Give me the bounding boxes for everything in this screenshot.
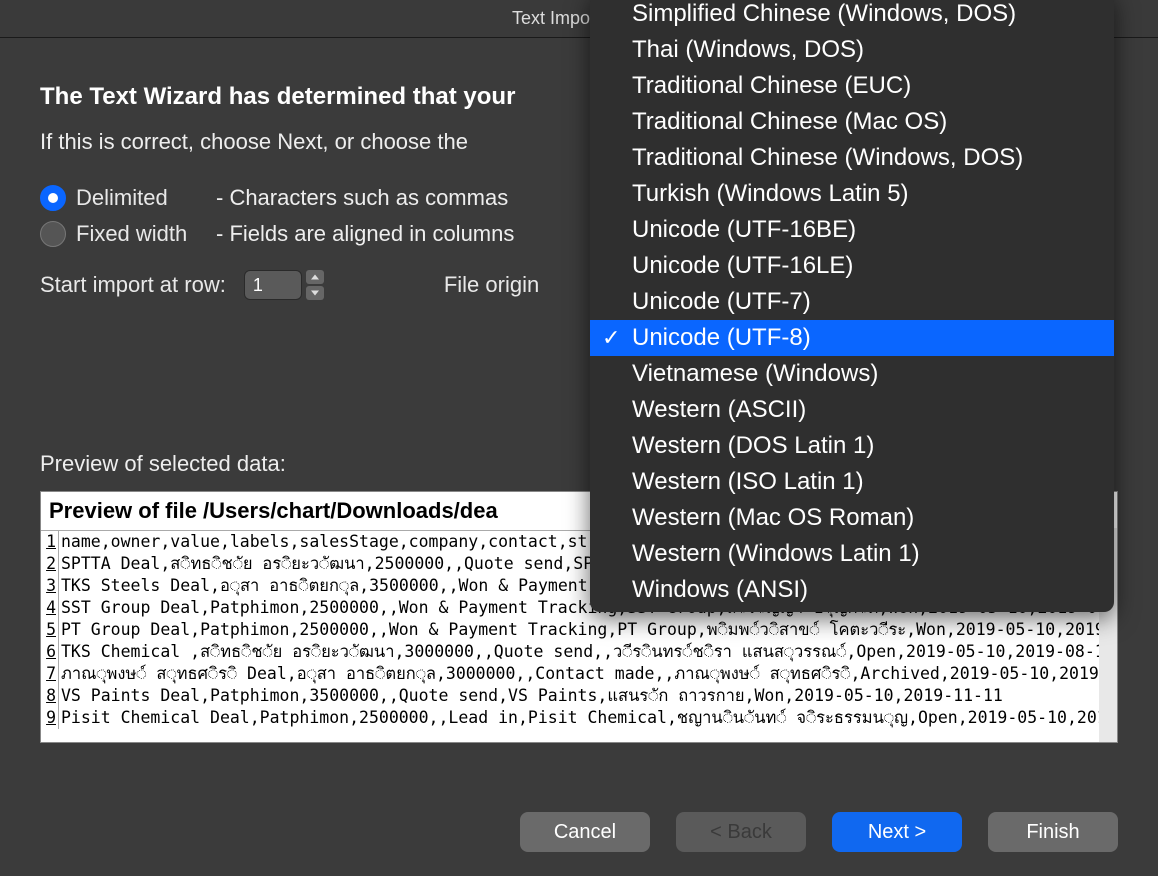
line-number: 8 [41, 685, 59, 707]
encoding-option[interactable]: Turkish (Windows Latin 5) [590, 176, 1114, 212]
cancel-button[interactable]: Cancel [520, 812, 650, 852]
encoding-option[interactable]: Western (DOS Latin 1) [590, 428, 1114, 464]
line-text: TKS Chemical ,ส◌ิทธ◌ิช◌ัย อร◌ิยะว◌ัฒนา,3… [59, 641, 1115, 663]
file-origin-label: File origin [444, 272, 539, 298]
delimited-desc: - Characters such as commas [216, 185, 508, 211]
start-row-input[interactable]: 1 [244, 270, 302, 300]
line-number: 7 [41, 663, 59, 685]
line-number: 3 [41, 575, 59, 597]
delimited-radio[interactable] [40, 185, 66, 211]
encoding-option[interactable]: Western (Mac OS Roman) [590, 500, 1114, 536]
fixedwidth-label: Fixed width [76, 221, 216, 247]
delimited-label: Delimited [76, 185, 216, 211]
line-number: 2 [41, 553, 59, 575]
start-row-label: Start import at row: [40, 272, 226, 298]
line-number: 1 [41, 531, 59, 553]
line-text: Pisit Chemical Deal,Patphimon,2500000,,L… [59, 707, 1117, 729]
line-text: ภาณ◌ุพงษ◌์ ส◌ุทธศ◌ิร◌ิ Deal,อ◌ุสา อาธ◌ิต… [59, 663, 1117, 685]
line-number: 4 [41, 597, 59, 619]
preview-row: 6TKS Chemical ,ส◌ิทธ◌ิช◌ัย อร◌ิยะว◌ัฒนา,… [41, 641, 1117, 663]
preview-row: 5PT Group Deal,Patphimon,2500000,,Won & … [41, 619, 1117, 641]
line-text: name,owner,value,labels,salesStage,compa… [59, 531, 588, 553]
finish-button[interactable]: Finish [988, 812, 1118, 852]
encoding-option[interactable]: Windows (ANSI) [590, 572, 1114, 608]
line-text: PT Group Deal,Patphimon,2500000,,Won & P… [59, 619, 1105, 641]
preview-row: 7ภาณ◌ุพงษ◌์ ส◌ุทธศ◌ิร◌ิ Deal,อ◌ุสา อาธ◌ิ… [41, 663, 1117, 685]
start-row-stepper [306, 269, 324, 301]
encoding-option[interactable]: Thai (Windows, DOS) [590, 32, 1114, 68]
wizard-buttons: Cancel < Back Next > Finish [520, 812, 1118, 852]
back-button[interactable]: < Back [676, 812, 806, 852]
encoding-option[interactable]: Unicode (UTF-7) [590, 284, 1114, 320]
encoding-option[interactable]: Vietnamese (Windows) [590, 356, 1114, 392]
next-button[interactable]: Next > [832, 812, 962, 852]
encoding-option[interactable]: Traditional Chinese (EUC) [590, 68, 1114, 104]
encoding-option[interactable]: Traditional Chinese (Mac OS) [590, 104, 1114, 140]
fixedwidth-desc: - Fields are aligned in columns [216, 221, 514, 247]
preview-row: 9Pisit Chemical Deal,Patphimon,2500000,,… [41, 707, 1117, 729]
fixedwidth-radio[interactable] [40, 221, 66, 247]
preview-row: 8VS Paints Deal,Patphimon,3500000,,Quote… [41, 685, 1117, 707]
line-number: 9 [41, 707, 59, 729]
line-number: 6 [41, 641, 59, 663]
encoding-option[interactable]: Western (ASCII) [590, 392, 1114, 428]
stepper-up-icon[interactable] [306, 270, 324, 284]
line-number: 5 [41, 619, 59, 641]
encoding-option[interactable]: Western (ISO Latin 1) [590, 464, 1114, 500]
file-origin-dropdown[interactable]: Simplified Chinese (Windows, DOS)Thai (W… [590, 0, 1114, 612]
encoding-option[interactable]: Western (Windows Latin 1) [590, 536, 1114, 572]
encoding-option[interactable]: Unicode (UTF-16BE) [590, 212, 1114, 248]
line-text: VS Paints Deal,Patphimon,3500000,,Quote … [59, 685, 1003, 707]
encoding-option[interactable]: Unicode (UTF-16LE) [590, 248, 1114, 284]
encoding-option[interactable]: Simplified Chinese (Windows, DOS) [590, 0, 1114, 32]
stepper-down-icon[interactable] [306, 286, 324, 300]
start-row-input-group: 1 [244, 269, 324, 301]
encoding-option[interactable]: Traditional Chinese (Windows, DOS) [590, 140, 1114, 176]
encoding-option[interactable]: Unicode (UTF-8) [590, 320, 1114, 356]
